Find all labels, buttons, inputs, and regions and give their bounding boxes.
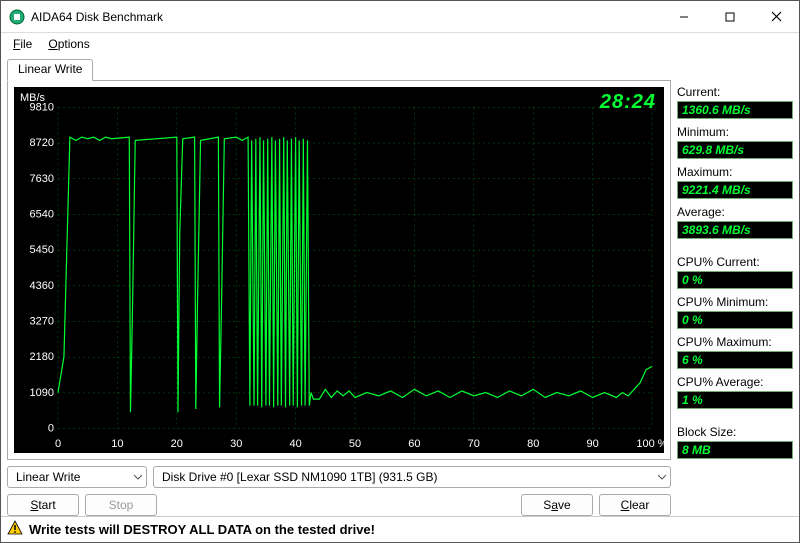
chart-frame: 9810872076306540545043603270218010900 01…	[7, 80, 671, 460]
stat-block: 8 MB	[677, 441, 793, 459]
stat-block-label: Block Size:	[677, 425, 793, 439]
svg-text:30: 30	[230, 438, 242, 450]
mode-select[interactable]: Linear Write	[7, 466, 147, 488]
chevron-down-icon	[658, 470, 666, 484]
menu-options[interactable]: Options	[42, 35, 95, 53]
chart-svg: 9810872076306540545043603270218010900 01…	[14, 87, 664, 453]
stat-avg-label: Average:	[677, 205, 793, 219]
chevron-down-icon	[134, 470, 142, 484]
controls-row: Linear Write Disk Drive #0 [Lexar SSD NM…	[7, 466, 671, 488]
stat-min-label: Minimum:	[677, 125, 793, 139]
stat-cpuavg-label: CPU% Average:	[677, 375, 793, 389]
stat-current-label: Current:	[677, 85, 793, 99]
svg-text:100 %: 100 %	[636, 438, 664, 450]
save-button[interactable]: Save	[521, 494, 593, 516]
warning-text: Write tests will DESTROY ALL DATA on the…	[29, 522, 375, 537]
svg-text:7630: 7630	[30, 173, 54, 185]
menubar: File Options	[1, 33, 799, 55]
stat-avg: 3893.6 MB/s	[677, 221, 793, 239]
svg-text:6540: 6540	[30, 208, 54, 220]
drive-select[interactable]: Disk Drive #0 [Lexar SSD NM1090 1TB] (93…	[153, 466, 671, 488]
svg-text:70: 70	[468, 438, 480, 450]
app-window: AIDA64 Disk Benchmark File Options Linea…	[0, 0, 800, 543]
svg-text:3270: 3270	[30, 315, 54, 327]
start-button[interactable]: Start	[7, 494, 79, 516]
main-panel: Linear Write 981087207630654054504360327…	[7, 59, 671, 516]
menu-file[interactable]: File	[7, 35, 38, 53]
svg-text:40: 40	[289, 438, 301, 450]
svg-text:60: 60	[408, 438, 420, 450]
svg-text:8720: 8720	[30, 137, 54, 149]
stat-current: 1360.6 MB/s	[677, 101, 793, 119]
stat-cpuavg: 1 %	[677, 391, 793, 409]
y-axis-label: MB/s	[20, 92, 45, 104]
titlebar[interactable]: AIDA64 Disk Benchmark	[1, 1, 799, 33]
button-row: Start Stop Save Clear	[7, 494, 671, 516]
tab-linear-write[interactable]: Linear Write	[7, 59, 93, 81]
svg-text:5450: 5450	[30, 244, 54, 256]
svg-text:4360: 4360	[30, 280, 54, 292]
svg-text:2180: 2180	[30, 351, 54, 363]
stat-cpumax-label: CPU% Maximum:	[677, 335, 793, 349]
clear-button[interactable]: Clear	[599, 494, 671, 516]
stop-button: Stop	[85, 494, 157, 516]
svg-text:1090: 1090	[30, 387, 54, 399]
close-button[interactable]	[753, 1, 799, 32]
stat-cpumin-label: CPU% Minimum:	[677, 295, 793, 309]
svg-text:90: 90	[586, 438, 598, 450]
stat-max-label: Maximum:	[677, 165, 793, 179]
mode-select-value: Linear Write	[16, 470, 80, 484]
stat-cpucur: 0 %	[677, 271, 793, 289]
window-buttons	[661, 1, 799, 32]
stat-min: 629.8 MB/s	[677, 141, 793, 159]
svg-text:10: 10	[111, 438, 123, 450]
tabstrip: Linear Write	[7, 59, 671, 81]
elapsed-timer: 28:24	[600, 91, 656, 114]
svg-text:50: 50	[349, 438, 361, 450]
warning-bar: Write tests will DESTROY ALL DATA on the…	[1, 516, 799, 542]
app-icon	[9, 9, 25, 25]
warning-icon	[7, 520, 23, 539]
minimize-button[interactable]	[661, 1, 707, 32]
stat-cpucur-label: CPU% Current:	[677, 255, 793, 269]
maximize-button[interactable]	[707, 1, 753, 32]
stat-max: 9221.4 MB/s	[677, 181, 793, 199]
svg-text:80: 80	[527, 438, 539, 450]
svg-text:0: 0	[55, 438, 61, 450]
svg-text:0: 0	[48, 423, 54, 435]
stat-cpumin: 0 %	[677, 311, 793, 329]
window-title: AIDA64 Disk Benchmark	[31, 10, 661, 24]
stat-cpumax: 6 %	[677, 351, 793, 369]
svg-text:20: 20	[171, 438, 183, 450]
stats-panel: Current: 1360.6 MB/s Minimum: 629.8 MB/s…	[677, 59, 793, 516]
benchmark-chart: 9810872076306540545043603270218010900 01…	[14, 87, 664, 453]
drive-select-value: Disk Drive #0 [Lexar SSD NM1090 1TB] (93…	[162, 470, 437, 484]
